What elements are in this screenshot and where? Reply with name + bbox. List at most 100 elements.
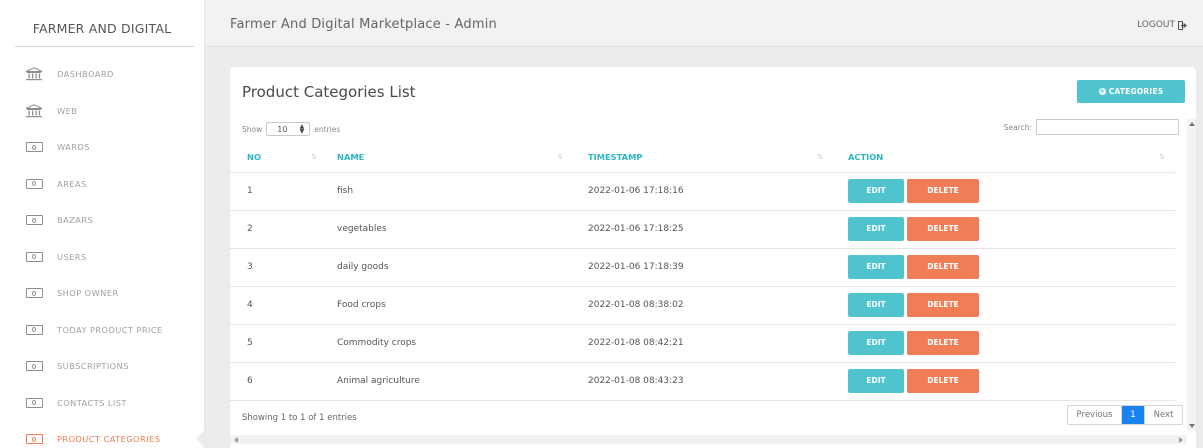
cell-action: EDIT DELETE — [833, 172, 1175, 211]
sidebar-item-areas[interactable]: AREAS — [0, 166, 205, 203]
search-input[interactable] — [1036, 119, 1179, 135]
sidebar-item-label: CONTACTS LIST — [57, 397, 127, 408]
active-indicator — [196, 429, 206, 448]
cell-name: Commodity crops — [327, 324, 573, 363]
table-row: 5 Commodity crops 2022-01-08 08:42:21 EDIT D… — [230, 324, 1175, 363]
horizontal-scrollbar[interactable] — [230, 435, 1187, 444]
cell-no: 5 — [230, 324, 327, 363]
sidebar-item-subscriptions[interactable]: SUBSCRIPTIONS — [0, 348, 205, 385]
entries-value: 10 — [277, 124, 288, 134]
cell-action: EDIT DELETE — [833, 324, 1175, 363]
money-icon — [25, 359, 43, 373]
top-header: Farmer And Digital Marketplace - Admin L… — [205, 0, 1203, 47]
cell-no: 3 — [230, 248, 327, 287]
logout-link[interactable]: LOGOUT — [1137, 20, 1188, 30]
table-row: 1 fish 2022-01-06 17:18:16 EDIT DELETE — [230, 172, 1175, 211]
edit-button[interactable]: EDIT — [848, 255, 904, 279]
scroll-right-icon[interactable] — [1179, 437, 1183, 443]
money-icon — [25, 140, 43, 154]
sidebar-item-wards[interactable]: WARDS — [0, 129, 205, 166]
cell-action: EDIT DELETE — [833, 248, 1175, 287]
sidebar-item-label: USERS — [57, 251, 87, 262]
cell-name: Food crops — [327, 286, 573, 325]
cell-no: 2 — [230, 210, 327, 249]
sidebar-item-dashboard[interactable]: DASHBOARD — [0, 56, 205, 93]
app-title: Farmer And Digital Marketplace - Admin — [230, 17, 497, 32]
sidebar-item-label: AREAS — [57, 178, 87, 189]
sidebar-item-web[interactable]: WEB — [0, 93, 205, 130]
bank-icon — [25, 67, 43, 81]
cell-no: 4 — [230, 286, 327, 325]
entries-select[interactable]: 10 ▲ ▼ — [266, 122, 311, 136]
sidebar-item-label: TODAY PRODUCT PRICE — [57, 324, 163, 335]
edit-button[interactable]: EDIT — [848, 331, 904, 355]
plus-circle-icon: + — [1098, 87, 1106, 95]
sidebar-item-product-categories[interactable]: PRODUCT CATEGORIES — [0, 421, 206, 448]
sort-icon: ⇅ — [1159, 153, 1165, 161]
money-icon — [25, 250, 43, 264]
money-icon — [25, 323, 43, 337]
edit-button[interactable]: EDIT — [848, 217, 904, 241]
delete-button[interactable]: DELETE — [907, 179, 979, 203]
pagination: Previous 1 Next — [1067, 405, 1183, 425]
money-icon — [25, 396, 43, 410]
brand-divider — [15, 46, 194, 47]
show-label: Show — [242, 124, 263, 134]
column-header-label: ACTION — [848, 151, 884, 162]
delete-button[interactable]: DELETE — [907, 293, 979, 317]
edit-button[interactable]: EDIT — [848, 369, 904, 393]
sidebar-item-today-product-price[interactable]: TODAY PRODUCT PRICE — [0, 312, 205, 349]
column-header-no[interactable]: NO ⇅ — [230, 142, 327, 173]
sort-icon: ⇅ — [817, 153, 823, 161]
cell-action: EDIT DELETE — [833, 210, 1175, 249]
table-body: 1 fish 2022-01-06 17:18:16 EDIT DELETE 2 veget… — [230, 172, 1175, 401]
select-arrows-icon: ▲ ▼ — [299, 123, 305, 135]
cell-name: Animal agriculture — [327, 362, 573, 401]
column-header-action[interactable]: ACTION ⇅ — [833, 142, 1175, 173]
sidebar-nav: DASHBOARD WEB WARDS AREAS BAZARS USERS SHOP OW… — [0, 56, 206, 448]
page-title: Product Categories List — [242, 83, 416, 101]
vertical-scrollbar[interactable] — [1187, 119, 1196, 431]
delete-button[interactable]: DELETE — [907, 369, 979, 393]
sidebar-item-shop-owner[interactable]: SHOP OWNER — [0, 275, 205, 312]
delete-button[interactable]: DELETE — [907, 217, 979, 241]
delete-button[interactable]: DELETE — [907, 331, 979, 355]
current-page-button[interactable]: 1 — [1122, 406, 1144, 424]
sort-icon: ⇅ — [557, 153, 563, 161]
money-icon — [25, 177, 43, 191]
add-category-label: CATEGORIES — [1108, 87, 1164, 96]
categories-card: Product Categories List + CATEGORIES Sho… — [230, 67, 1196, 448]
delete-button[interactable]: DELETE — [907, 255, 979, 279]
showing-info: Showing 1 to 1 of 1 entries — [242, 413, 357, 423]
cell-name: vegetables — [327, 210, 573, 249]
sidebar-item-contacts-list[interactable]: CONTACTS LIST — [0, 385, 205, 422]
sidebar-item-label: SUBSCRIPTIONS — [57, 361, 129, 372]
sidebar-item-label: SHOP OWNER — [57, 288, 119, 299]
show-entries: Show 10 ▲ ▼ entries — [242, 122, 340, 136]
next-page-button[interactable]: Next — [1144, 406, 1182, 424]
sidebar-item-bazars[interactable]: BAZARS — [0, 202, 205, 239]
table-row: 3 daily goods 2022-01-06 17:18:39 EDIT DELET… — [230, 248, 1175, 287]
cell-timestamp: 2022-01-06 17:18:25 — [573, 210, 833, 249]
cell-timestamp: 2022-01-06 17:18:16 — [573, 172, 833, 211]
search-box: Search: — [1004, 119, 1179, 135]
edit-button[interactable]: EDIT — [848, 293, 904, 317]
cell-name: fish — [327, 172, 573, 211]
scroll-down-icon[interactable] — [1189, 424, 1195, 428]
edit-button[interactable]: EDIT — [848, 179, 904, 203]
sort-icon: ⇅ — [311, 153, 317, 161]
table-header-row: NO ⇅ NAME ⇅ TIMESTAMP ⇅ ACTION ⇅ — [230, 142, 1175, 173]
add-category-button[interactable]: + CATEGORIES — [1077, 80, 1185, 103]
cell-no: 1 — [230, 172, 327, 211]
cell-timestamp: 2022-01-08 08:42:21 — [573, 324, 833, 363]
sidebar-item-users[interactable]: USERS — [0, 239, 205, 276]
sidebar-item-label: WARDS — [57, 142, 90, 153]
column-header-timestamp[interactable]: TIMESTAMP ⇅ — [573, 142, 833, 173]
cell-name: daily goods — [327, 248, 573, 287]
column-header-name[interactable]: NAME ⇅ — [327, 142, 573, 173]
cell-no: 6 — [230, 362, 327, 401]
previous-page-button[interactable]: Previous — [1068, 406, 1122, 424]
scroll-left-icon[interactable] — [234, 437, 238, 443]
entries-label: entries — [314, 124, 341, 134]
scroll-up-icon[interactable] — [1189, 122, 1195, 126]
